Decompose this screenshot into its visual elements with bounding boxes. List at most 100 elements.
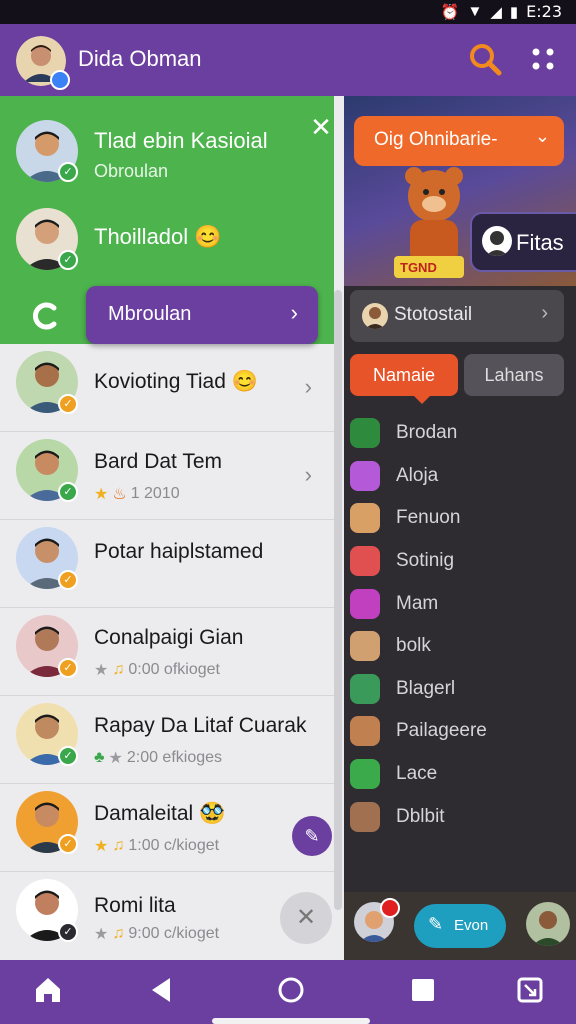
- contact-meta: ★ ♫ 0:00 ofkioget: [94, 660, 220, 680]
- status-bar: ⏰ ▼ ◢ ▮ E:23: [0, 0, 576, 24]
- app-label: Mam: [396, 592, 439, 614]
- search-icon[interactable]: [468, 42, 502, 76]
- right-bottom-bar: ✎ Evon: [344, 892, 576, 960]
- bottom-avatar-right[interactable]: [526, 902, 570, 946]
- status-time: E:23: [526, 2, 562, 21]
- contact-meta: ★ ♨ 1 2010: [94, 484, 180, 504]
- app-icon: [350, 673, 380, 704]
- selector-label: Mbroulan: [108, 303, 192, 325]
- app-label: Sotinig: [396, 550, 455, 572]
- app-list-item[interactable]: Lace: [350, 753, 570, 796]
- app-list-item[interactable]: Brodan: [350, 412, 570, 455]
- status-badge: ✓: [58, 922, 78, 942]
- contact-name: Damaleital 🥸: [94, 802, 226, 825]
- status-badge: ✓: [58, 746, 78, 766]
- app-list-item[interactable]: Blagerl: [350, 668, 570, 711]
- app-icon: [350, 546, 380, 577]
- app-label: Aloja: [396, 464, 439, 486]
- category-dropdown[interactable]: Oig Ohnibarie- ⌄: [354, 116, 564, 166]
- app-logo-icon: [33, 302, 57, 330]
- profile-card[interactable]: Fitas: [470, 212, 576, 272]
- gesture-bar[interactable]: [212, 1018, 370, 1024]
- app-list-item[interactable]: Sotinig: [350, 540, 570, 583]
- chat-action-button[interactable]: ✎ Evon: [414, 904, 506, 948]
- status-badge: ✓: [58, 834, 78, 854]
- alarm-icon: ⏰: [440, 3, 460, 21]
- status-badge: ✓: [58, 394, 78, 414]
- app-list-item[interactable]: Aloja: [350, 455, 570, 498]
- chat-action-label: Evon: [454, 917, 489, 934]
- contact-meta-text: 0:00 ofkioget: [128, 661, 220, 678]
- chevron-right-icon[interactable]: ›: [305, 374, 312, 400]
- bell-icon: ♫: [112, 661, 125, 678]
- app-list-item[interactable]: Dblbit: [350, 795, 570, 838]
- app-label: bolk: [396, 635, 431, 657]
- contact-row[interactable]: ✓ Bard Dat Tem ★ ♨ 1 2010 ›: [0, 432, 334, 520]
- screenshot-icon[interactable]: [514, 974, 546, 1006]
- wifi-icon: ▼: [467, 3, 483, 20]
- app-icon: [350, 503, 380, 534]
- contact-meta-text: 1 2010: [130, 485, 180, 502]
- close-button[interactable]: ✕: [280, 892, 332, 944]
- app-list: Brodan Aloja Fenuon Sotinig Mam bolk Bla…: [350, 412, 570, 838]
- contact-meta-text: 2:00 efkioges: [126, 749, 223, 766]
- scrollbar[interactable]: [334, 290, 342, 910]
- tab-namaie[interactable]: Namaie: [350, 354, 458, 404]
- star-icon: ★: [94, 926, 109, 943]
- background-panel: TGND Oig Ohnibarie- ⌄ Fitas Stotostail ›…: [344, 96, 576, 960]
- back-icon[interactable]: [146, 974, 178, 1006]
- search-filter-row[interactable]: Stotostail ›: [350, 290, 564, 342]
- app-label: Lace: [396, 763, 438, 785]
- contact-meta: ★ ♫ 1:00 c/kioget: [94, 836, 219, 856]
- chevron-right-icon[interactable]: ›: [305, 462, 312, 488]
- close-icon: ✕: [295, 904, 317, 931]
- contact-name: Conalpaigi Gian: [94, 626, 244, 649]
- app-list-item[interactable]: Fenuon: [350, 497, 570, 540]
- sign-label: TGND: [400, 260, 437, 275]
- game-banner[interactable]: TGND Oig Ohnibarie- ⌄ Fitas: [344, 96, 576, 286]
- edit-button[interactable]: ✎: [292, 816, 332, 856]
- app-label: Pailageere: [396, 720, 487, 742]
- home-icon[interactable]: [32, 974, 64, 1006]
- dropdown-label: Oig Ohnibarie-: [374, 129, 498, 150]
- card-label: Fitas: [516, 230, 564, 255]
- app-icon: [350, 460, 380, 491]
- pencil-icon: ✎: [304, 826, 320, 846]
- contacts-drawer: ✓ Tlad ebin Kasioial Obroulan ✕ ✓ Thoill…: [0, 96, 344, 960]
- tab-lahans[interactable]: Lahans: [464, 354, 564, 396]
- app-list-item[interactable]: Mam: [350, 582, 570, 625]
- contact-meta: ♣ ★ 2:00 efkioges: [94, 748, 222, 768]
- card-avatar: [482, 226, 512, 256]
- app-icon: [350, 801, 380, 832]
- home-circle-icon[interactable]: [275, 974, 307, 1006]
- status-badge: ✓: [58, 570, 78, 590]
- contact-row[interactable]: ✓ Kovioting Tiad 😊 ›: [0, 344, 334, 432]
- filter-avatar: [362, 303, 388, 329]
- system-nav-bar: [0, 960, 576, 1024]
- star-icon: ★: [94, 838, 109, 855]
- app-label: Dblbit: [396, 805, 445, 827]
- star-icon: ★: [108, 750, 123, 767]
- bell-icon: ♫: [112, 837, 125, 854]
- status-badge: ✓: [58, 658, 78, 678]
- contact-row[interactable]: ✓ Potar haiplstamed: [0, 520, 334, 608]
- drawer-header: ✓ Tlad ebin Kasioial Obroulan ✕ ✓ Thoill…: [0, 96, 334, 344]
- battery-icon: ▮: [509, 3, 519, 21]
- account-selector[interactable]: Mbroulan ›: [86, 286, 318, 344]
- close-icon[interactable]: ✕: [306, 112, 336, 142]
- contact-row[interactable]: ✓ Conalpaigi Gian ★ ♫ 0:00 ofkioget: [0, 608, 334, 696]
- contact-row[interactable]: ✓ Damaleital 🥸 ★ ♫ 1:00 c/kioget: [0, 784, 334, 872]
- clover-icon: ♣: [94, 749, 105, 766]
- app-list-item[interactable]: Pailageere: [350, 710, 570, 753]
- contact-name: Rapay Da Litaf Cuarak: [94, 714, 307, 737]
- app-icon: [350, 631, 380, 662]
- signal-icon: ◢: [490, 3, 502, 21]
- contact-meta: ★ ♫ 9:00 c/kioget: [94, 924, 219, 944]
- app-list-item[interactable]: bolk: [350, 625, 570, 668]
- more-icon[interactable]: [528, 44, 558, 74]
- star-icon: ★: [94, 662, 109, 679]
- top-app-bar: Dida Obman: [0, 24, 576, 96]
- contact-row[interactable]: ✓ Rapay Da Litaf Cuarak ♣ ★ 2:00 efkioge…: [0, 696, 334, 784]
- drawer-user-sub: Obroulan: [94, 161, 169, 181]
- recents-icon[interactable]: [407, 974, 439, 1006]
